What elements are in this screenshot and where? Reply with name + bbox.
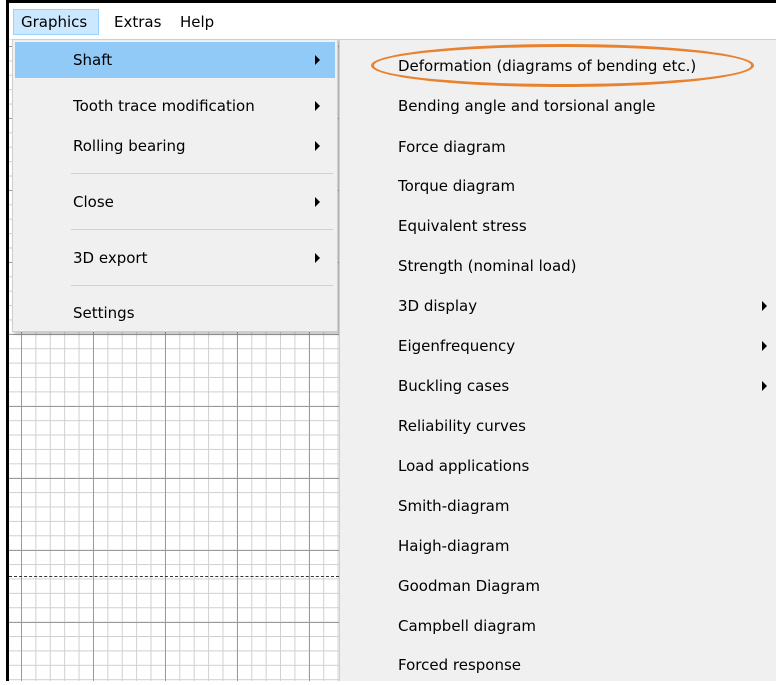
submenu-item-haigh-diagram[interactable]: Haigh-diagram — [340, 526, 776, 566]
menu-item-label: Buckling cases — [398, 377, 510, 395]
submenu-item-torque-diagram[interactable]: Torque diagram — [340, 166, 776, 206]
submenu-arrow-icon — [315, 55, 320, 65]
menu-item-label: Forced response — [398, 656, 522, 674]
submenu-item-reliability-curves[interactable]: Reliability curves — [340, 406, 776, 446]
submenu-arrow-icon — [315, 141, 320, 151]
menu-item-label: Eigenfrequency — [398, 337, 516, 355]
menu-item-label: 3D export — [73, 249, 148, 267]
submenu-item-force-diagram[interactable]: Force diagram — [340, 127, 776, 167]
submenu-arrow-icon — [762, 381, 767, 391]
submenu-item-strength[interactable]: Strength (nominal load) — [340, 246, 776, 286]
submenu-item-equivalent-stress[interactable]: Equivalent stress — [340, 206, 776, 246]
menu-separator — [71, 229, 333, 230]
menu-item-close[interactable]: Close — [15, 184, 335, 220]
menu-item-label: Campbell diagram — [398, 617, 537, 635]
submenu-item-3d-display[interactable]: 3D display — [340, 286, 776, 326]
menu-graphics[interactable]: Graphics — [13, 9, 99, 35]
submenu-item-eigenfrequency[interactable]: Eigenfrequency — [340, 326, 776, 366]
menu-item-label: Reliability curves — [398, 417, 526, 435]
submenu-item-campbell-diagram[interactable]: Campbell diagram — [340, 606, 776, 646]
menu-item-label: Settings — [73, 304, 135, 322]
submenu-item-bending-angle[interactable]: Bending angle and torsional angle — [340, 86, 776, 126]
menu-help[interactable]: Help — [173, 9, 221, 35]
submenu-arrow-icon — [315, 253, 320, 263]
menu-item-settings[interactable]: Settings — [15, 295, 335, 331]
menu-separator — [71, 173, 333, 174]
shaft-submenu: Deformation (diagrams of bending etc.) B… — [339, 39, 776, 681]
menu-item-label: Close — [73, 193, 114, 211]
menu-item-label: Deformation (diagrams of bending etc.) — [398, 57, 697, 75]
menu-bar: Graphics Extras Help — [9, 3, 776, 40]
submenu-item-load-applications[interactable]: Load applications — [340, 446, 776, 486]
menu-item-label: Smith-diagram — [398, 497, 510, 515]
submenu-item-deformation[interactable]: Deformation (diagrams of bending etc.) — [340, 46, 776, 86]
menu-item-label: Goodman Diagram — [398, 577, 540, 595]
menu-item-label: Shaft — [73, 51, 113, 69]
menu-item-label: Haigh-diagram — [398, 537, 510, 555]
menu-item-tooth-trace[interactable]: Tooth trace modification — [15, 88, 335, 124]
menu-item-shaft[interactable]: Shaft — [15, 42, 335, 78]
submenu-item-goodman-diagram[interactable]: Goodman Diagram — [340, 566, 776, 606]
submenu-arrow-icon — [762, 341, 767, 351]
menu-item-label: Equivalent stress — [398, 217, 527, 235]
menu-item-label: 3D display — [398, 297, 478, 315]
menu-item-label: Load applications — [398, 457, 530, 475]
menu-item-label: Rolling bearing — [73, 137, 186, 155]
submenu-item-buckling-cases[interactable]: Buckling cases — [340, 366, 776, 406]
menu-item-label: Torque diagram — [398, 177, 516, 195]
submenu-arrow-icon — [762, 301, 767, 311]
submenu-item-smith-diagram[interactable]: Smith-diagram — [340, 486, 776, 526]
menu-item-label: Tooth trace modification — [73, 97, 255, 115]
menu-item-rolling-bearing[interactable]: Rolling bearing — [15, 128, 335, 164]
menu-item-label: Strength (nominal load) — [398, 257, 577, 275]
menu-item-3d-export[interactable]: 3D export — [15, 240, 335, 276]
submenu-arrow-icon — [315, 101, 320, 111]
menu-item-label: Bending angle and torsional angle — [398, 97, 656, 115]
menu-item-label: Force diagram — [398, 138, 506, 156]
center-line — [9, 576, 339, 577]
submenu-item-forced-response[interactable]: Forced response — [340, 645, 776, 685]
menu-extras[interactable]: Extras — [107, 9, 168, 35]
graphics-menu: Shaft Tooth trace modification Rolling b… — [12, 39, 338, 332]
menu-separator — [71, 285, 333, 286]
submenu-arrow-icon — [315, 197, 320, 207]
